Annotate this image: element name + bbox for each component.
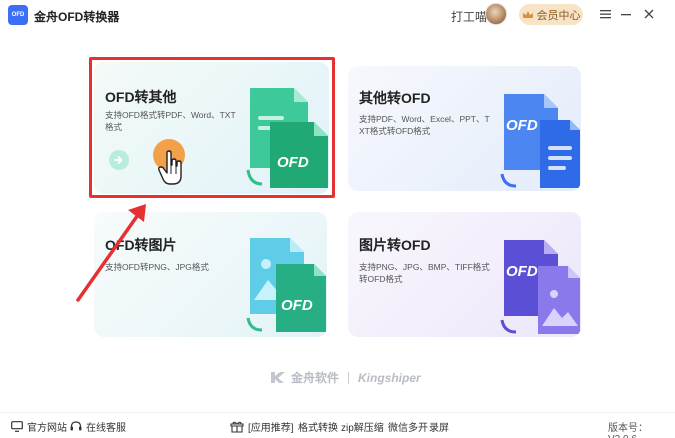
avatar[interactable]	[485, 3, 507, 25]
svg-text:OFD: OFD	[506, 263, 538, 280]
hand-pointer-icon	[158, 150, 182, 185]
ofd-app-icon: OFD	[8, 5, 28, 25]
highlight-box	[89, 57, 335, 198]
kingshiper-logo-icon	[271, 372, 285, 383]
official-site-link[interactable]: 官方网站	[11, 419, 67, 434]
minimize-icon	[621, 14, 631, 16]
card-image-to-ofd[interactable]: 图片转OFD 支持PNG、JPG、BMP、TIFF格式 转OFD格式 OFD	[348, 212, 581, 337]
settings-button[interactable]	[595, 4, 615, 24]
footer-divider	[0, 412, 675, 413]
card-other-to-ofd[interactable]: 其他转OFD 支持PDF、Word、Excel、PPT、T XT格式转OFD格式…	[348, 66, 581, 191]
recommend-label: [应用推荐]	[230, 419, 294, 434]
brand-name-en: Kingshiper	[358, 370, 421, 385]
title-bar: OFD 金舟OFD转换器 打工喵 会员中心	[0, 0, 675, 30]
annotation-arrow	[76, 204, 146, 302]
footer-link-record[interactable]: 录屏	[429, 419, 449, 434]
online-service-link[interactable]: 在线客服	[70, 419, 126, 434]
brand-watermark: 金舟软件 Kingshiper	[270, 369, 421, 386]
svg-text:OFD: OFD	[281, 297, 313, 314]
card-title: 其他转OFD	[359, 90, 431, 106]
close-icon	[644, 9, 654, 19]
arrow-right-icon	[114, 156, 123, 164]
minimize-button[interactable]	[616, 4, 636, 24]
headset-icon	[70, 421, 82, 431]
ofd-to-image-illustration: OFD	[246, 238, 326, 332]
crown-icon	[522, 10, 533, 18]
gift-icon	[230, 421, 244, 433]
close-button[interactable]	[639, 4, 659, 24]
footer-link-zip[interactable]: zip解压缩	[341, 419, 384, 434]
monitor-icon	[11, 421, 23, 432]
version-label: 版本号：V2.0.6	[608, 423, 648, 438]
footer-link-format[interactable]: 格式转换	[298, 419, 338, 434]
card-description: 支持PDF、Word、Excel、PPT、T XT格式转OFD格式	[359, 114, 490, 136]
card-title: 图片转OFD	[359, 237, 431, 253]
settings-icon	[599, 10, 611, 19]
footer-link-wechat[interactable]: 微信多开	[388, 419, 428, 434]
svg-text:OFD: OFD	[506, 117, 538, 134]
brand-name-cn: 金舟软件	[291, 371, 340, 385]
card-description: 支持PNG、JPG、BMP、TIFF格式 转OFD格式	[359, 262, 490, 284]
member-center-button[interactable]: 会员中心	[519, 4, 583, 25]
other-to-ofd-illustration: OFD	[500, 94, 580, 188]
app-title: 金舟OFD转换器	[34, 10, 120, 24]
username[interactable]: 打工喵	[451, 8, 487, 25]
image-to-ofd-illustration: OFD	[500, 240, 580, 334]
member-center-label: 会员中心	[536, 9, 581, 22]
go-button[interactable]	[109, 150, 129, 170]
